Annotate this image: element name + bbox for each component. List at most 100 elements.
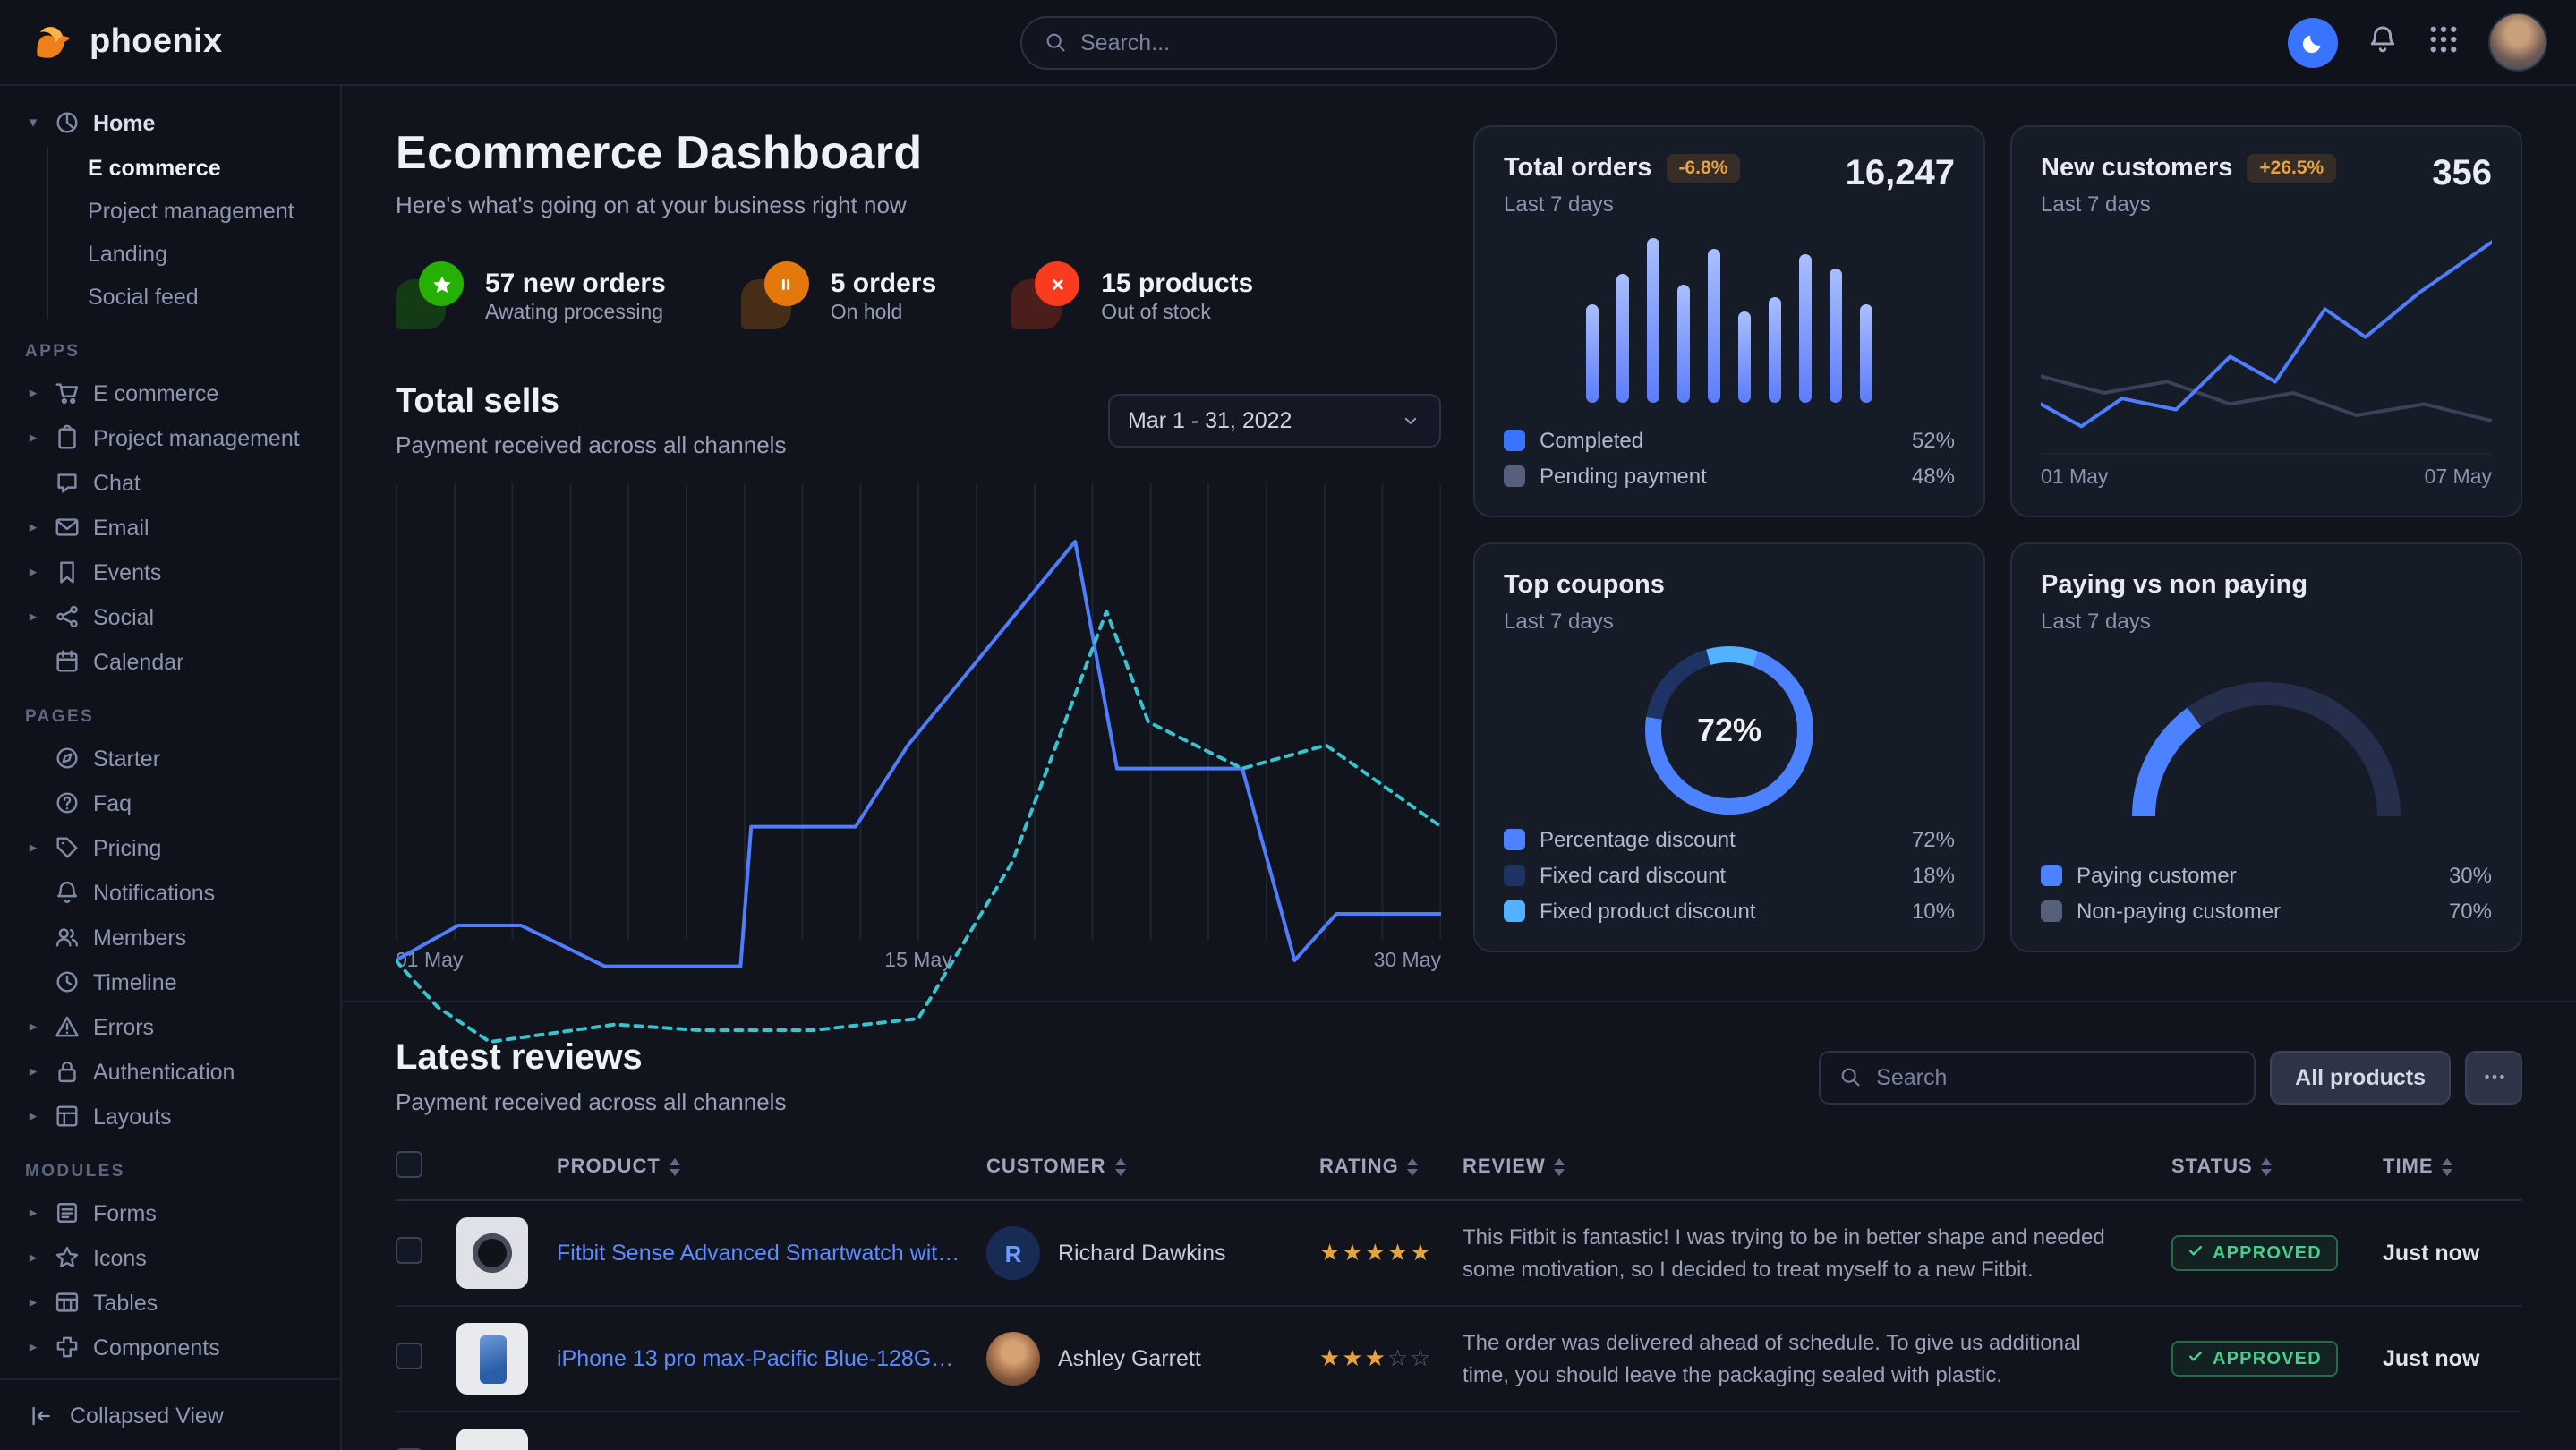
sidebar-item-label: Components [93,1335,220,1360]
sidebar-item-chat[interactable]: Chat [18,460,322,505]
form-icon [54,1199,81,1226]
reviews-search-input[interactable] [1876,1064,2236,1089]
sidebar-item-project-management[interactable]: ▸Project management [18,415,322,460]
date-range-select[interactable]: Mar 1 - 31, 2022 [1108,394,1441,448]
legend-row: Completed52% [1504,428,1955,453]
legend-label: Paying customer [2077,863,2237,888]
sort-icon [1115,1158,1126,1176]
legend-row: Pending payment48% [1504,464,1955,489]
card-period: Last 7 days [2041,192,2336,217]
row-checkbox[interactable] [396,1237,422,1264]
global-search[interactable] [1019,15,1557,69]
sidebar-item-notifications[interactable]: Notifications [18,870,322,915]
sidebar-item-errors[interactable]: ▸Errors [18,1004,322,1049]
column-header-rating[interactable]: RATING [1319,1156,1463,1178]
card-title: Total orders [1504,154,1651,183]
column-header-product[interactable]: PRODUCT [557,1156,986,1178]
total-orders-bar-chart [1504,217,1955,428]
legend-row: Paying customer30% [2041,863,2492,888]
table-row [396,1412,2522,1450]
sidebar-item-timeline[interactable]: Timeline [18,960,322,1004]
sidebar-item-layouts[interactable]: ▸ Layouts [18,1094,322,1139]
global-search-input[interactable] [1080,30,1533,55]
user-avatar[interactable] [2488,13,2547,72]
legend-label: Percentage discount [1540,827,1736,852]
page-subtitle: Here's what's going on at your business … [396,192,1441,218]
collapsed-view-toggle[interactable]: Collapsed View [0,1378,340,1450]
legend-row: Fixed product discount10% [1504,899,1955,924]
column-header-customer[interactable]: CUSTOMER [986,1156,1319,1178]
more-options-button[interactable] [2465,1050,2522,1104]
sidebar-item-icons[interactable]: ▸Icons [18,1235,322,1280]
sidebar-item-starter[interactable]: Starter [18,736,322,780]
total-sells-chart [396,483,1441,940]
brand[interactable]: phoenix [29,19,223,65]
select-all-checkbox[interactable] [396,1151,422,1178]
sidebar-item-home[interactable]: ▾Home [18,100,322,145]
sidebar-item-label: Tables [93,1290,158,1315]
sidebar-item-events[interactable]: ▸Events [18,550,322,594]
sidebar-item-label: E commerce [93,380,218,405]
sidebar-item-label: Starter [93,746,160,771]
sidebar-item-e-commerce[interactable]: ▸ E commerce [18,371,322,415]
legend-row: Non-paying customer70% [2041,899,2492,924]
sidebar-item-pricing[interactable]: ▸Pricing [18,825,322,870]
dark-mode-toggle[interactable] [2288,17,2338,67]
layout-icon [54,1103,81,1130]
grid-icon [2427,23,2460,55]
column-header-time[interactable]: TIME [2383,1156,2522,1178]
sidebar-item-members[interactable]: Members [18,915,322,960]
sidebar-subitem-project-management[interactable]: Project management [88,190,322,233]
column-header-status[interactable]: STATUS [2171,1156,2383,1178]
check-icon [2188,1242,2204,1264]
sidebar-item-authentication[interactable]: ▸Authentication [18,1049,322,1094]
sidebar-item-label: Chat [93,470,141,495]
stat-value: 57 new orders [485,268,666,298]
top-coupons-card: Top coupons Last 7 days 72% Percentage d… [1473,542,1985,952]
page-title: Ecommerce Dashboard [396,125,1441,181]
chevron-down-icon [1400,410,1421,431]
sidebar-subitem-e-commerce[interactable]: E commerce [88,147,322,190]
sidebar-item-tables[interactable]: ▸Tables [18,1280,322,1325]
help-icon [54,789,81,816]
sidebar-subitem-social-feed[interactable]: Social feed [88,276,322,319]
sidebar-item-label: Forms [93,1200,157,1225]
sidebar-item-email[interactable]: ▸Email [18,505,322,550]
caret-right-icon: ▸ [25,1017,41,1036]
stat-value: 15 products [1101,268,1253,298]
product-link[interactable]: Fitbit Sense Advanced Smartwatch with To… [557,1241,961,1266]
table-icon [54,1289,81,1316]
new-customers-value: 356 [2432,154,2492,195]
all-products-button[interactable]: All products [2270,1050,2451,1104]
reviews-search[interactable] [1819,1050,2256,1104]
star-fill-icon [431,273,452,294]
row-checkbox[interactable] [396,1343,422,1369]
reviews-table-header: PRODUCTCUSTOMERRATINGREVIEWSTATUSTIME [396,1140,2522,1201]
sidebar-item-label: Layouts [93,1104,172,1129]
notifications-bell-button[interactable] [2367,23,2399,61]
caret-right-icon: ▸ [25,1106,41,1126]
moon-icon [2300,30,2325,55]
table-row: Fitbit Sense Advanced Smartwatch with To… [396,1201,2522,1307]
apps-grid-button[interactable] [2427,23,2460,61]
sidebar-item-forms[interactable]: ▸Forms [18,1190,322,1235]
paying-legend: Paying customer30% Non-paying customer70% [2041,863,2492,924]
sort-icon [2262,1158,2273,1176]
review-time: Just now [2383,1241,2522,1266]
sidebar-subitem-landing[interactable]: Landing [88,233,322,276]
stat-blob [741,261,809,329]
caret-right-icon: ▸ [25,607,41,627]
legend-value: 48% [1912,464,1955,489]
sidebar-item-faq[interactable]: Faq [18,780,322,825]
sort-icon [1555,1158,1565,1176]
status-badge: APPROVED [2171,1341,2338,1377]
sidebar-item-components[interactable]: ▸Components [18,1325,322,1369]
sidebar-item-calendar[interactable]: Calendar [18,639,322,684]
pause-icon [776,273,798,294]
star-outline-icon [54,1244,81,1271]
caret-right-icon: ▸ [25,383,41,403]
product-link[interactable]: iPhone 13 pro max-Pacific Blue-128GB sto… [557,1346,961,1371]
sidebar-item-social[interactable]: ▸Social [18,594,322,639]
check-icon [2188,1348,2204,1369]
column-header-review[interactable]: REVIEW [1463,1156,2171,1178]
